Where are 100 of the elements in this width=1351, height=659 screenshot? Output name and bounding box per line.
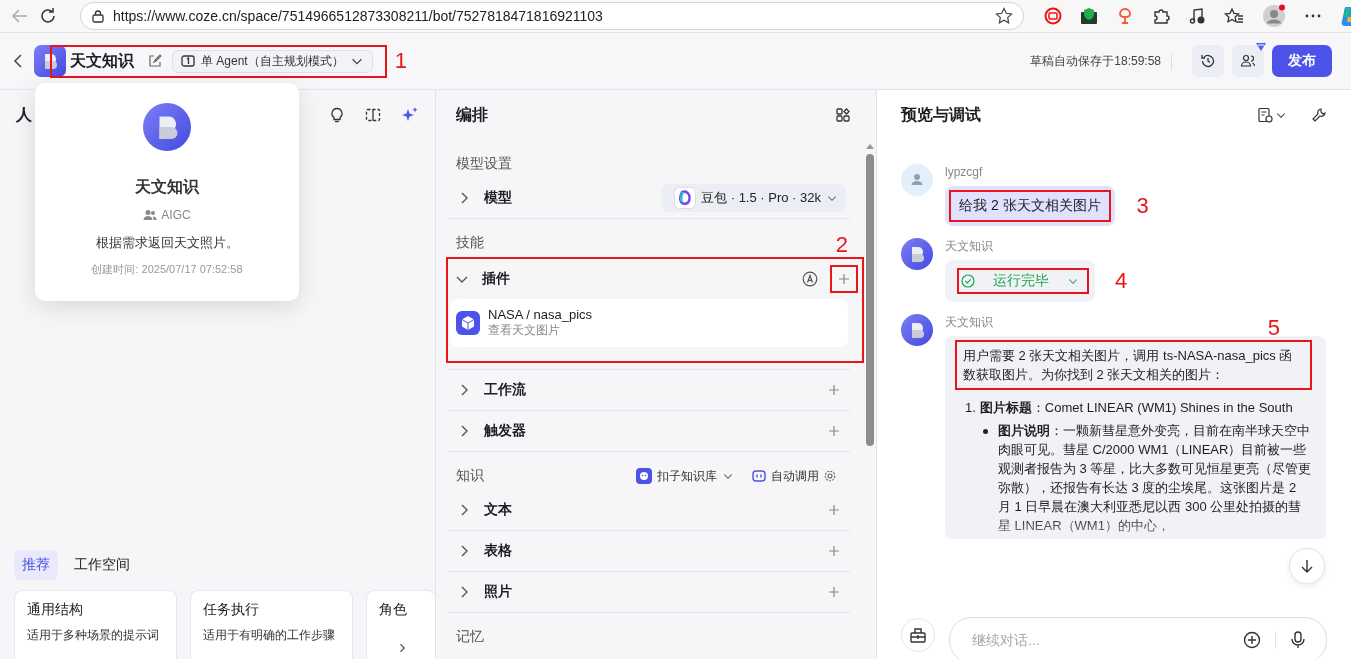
row-label: 插件 [482, 270, 511, 288]
panel-title: 编排 [456, 104, 488, 125]
reload-icon[interactable] [38, 6, 58, 26]
microphone-icon[interactable] [1290, 631, 1306, 649]
avatar-icon[interactable] [1262, 4, 1286, 28]
annotation-number: 1 [394, 49, 407, 73]
scrollbar-thumb[interactable] [866, 154, 874, 446]
toggle-icon [752, 470, 766, 482]
row-label: 照片 [484, 583, 513, 601]
plus-icon [826, 423, 842, 439]
scroll-down-button[interactable] [1289, 548, 1325, 584]
list-number: 1. [965, 399, 976, 417]
history-icon [1200, 53, 1216, 69]
sender-name: 天文知识 [945, 314, 993, 330]
arrow-down-icon [1299, 558, 1315, 574]
annotation-number: 3 [1136, 194, 1149, 218]
shield-icon[interactable] [1080, 7, 1098, 25]
user-avatar-icon [901, 164, 933, 196]
bullet-icon [983, 429, 988, 434]
save-status: 草稿自动保存于18:59:58 [1030, 52, 1172, 70]
wrench-icon[interactable] [1311, 107, 1327, 123]
grid-icon[interactable] [836, 108, 850, 122]
section-heading: 记忆 [456, 628, 484, 646]
document-icon [1257, 107, 1273, 123]
annotation-number: 5 [1267, 316, 1280, 340]
gear-icon [824, 470, 836, 482]
plus-icon [826, 584, 842, 600]
lightbulb-icon[interactable] [329, 107, 345, 123]
star-icon[interactable] [995, 7, 1013, 25]
music-icon[interactable] [1188, 7, 1206, 25]
template-card[interactable]: 任务执行 适用于有明确的工作步骤 [190, 590, 353, 659]
publish-button[interactable]: 发布 [1272, 45, 1332, 77]
section-heading: 技能 [456, 234, 484, 252]
annotation-number: 2 [835, 233, 848, 257]
plus-icon [826, 382, 842, 398]
agent-icon [181, 54, 195, 68]
template-card[interactable]: 通用结构 适用于多种场景的提示词 [14, 590, 177, 659]
puzzle-icon[interactable] [1152, 7, 1170, 25]
favorites-icon[interactable] [1224, 7, 1244, 25]
bot-name: 天文知识 [135, 177, 199, 197]
log-dropdown[interactable] [1257, 107, 1287, 123]
section-heading: 知识 [456, 467, 484, 485]
row-label: 触发器 [484, 422, 527, 440]
history-button[interactable] [1192, 45, 1224, 77]
auto-mode-icon[interactable] [802, 271, 818, 287]
bot-description: 根据需求返回天文照片。 [95, 234, 239, 252]
plus-icon [826, 543, 842, 559]
bot-title: 天文知识 [70, 50, 134, 71]
scroll-up-icon[interactable] [865, 142, 875, 150]
bot-logo-icon [34, 45, 66, 77]
people-icon [1240, 53, 1256, 69]
section-heading: 模型设置 [456, 155, 512, 173]
team-name: AIGC [161, 208, 191, 222]
check-circle-icon [961, 274, 975, 288]
tab[interactable]: 工作空间 [66, 550, 138, 580]
bullet-text: 图片说明：一颗新彗星意外变亮，目前在南半球天空中肉眼可见。彗星 C/2000 WM1（LINEAR）目前被一些观测者报告为 3 等星，比大多数可见恒星更亮（尽管更弥散），还报告有长达 3 度的尘埃尾。这张图片是 2 月 1 日早晨在澳大利亚悉尼以西 300 公里处拍摄的彗星 LINEAR（WM1）的中心， [998, 422, 1312, 535]
address-bar[interactable]: https://www.coze.cn/space/7514966512873308211/bot/7527818471816921103 [80, 2, 1024, 30]
plugin-name: NASA / nasa_pics [488, 307, 593, 322]
auto-call-setting[interactable]: 自动调用 [752, 467, 836, 485]
toolbox-icon [909, 626, 927, 644]
split-view-icon[interactable] [365, 107, 381, 123]
cube-icon [456, 311, 480, 335]
extension-icon[interactable] [1044, 7, 1062, 25]
model-dropdown[interactable]: 豆包 · 1.5 · Pro · 32k [662, 184, 846, 212]
lock-icon [91, 9, 105, 23]
shortcut-button[interactable] [901, 618, 935, 652]
message-input[interactable]: 继续对话... [970, 631, 1229, 649]
row-label: 工作流 [484, 381, 527, 399]
annotation-number: 4 [1115, 269, 1128, 293]
row-label: 表格 [484, 542, 513, 560]
card-description: 适用于有明确的工作步骤 [203, 627, 336, 644]
add-button[interactable] [830, 265, 858, 293]
plugin-description: 查看天文图片 [488, 322, 561, 339]
panel-title: 预览与调试 [901, 104, 982, 125]
tab[interactable]: 推荐 [14, 550, 58, 580]
extension-icon[interactable] [1116, 7, 1134, 25]
bot-avatar-icon [901, 238, 933, 270]
panel-title: 人 [16, 104, 33, 125]
knowledge-source-dropdown[interactable]: 扣子知识库 [636, 467, 734, 485]
edit-icon[interactable] [148, 54, 162, 68]
card-title: 通用结构 [27, 601, 84, 619]
created-time: 创建时间: 2025/07/17 07:52:58 [91, 262, 243, 277]
diamond-badge-icon [1255, 42, 1267, 52]
message-text: 给我 2 张天文相关图片 [959, 197, 1101, 213]
knowledge-icon [636, 468, 652, 484]
collaborators-button[interactable] [1232, 45, 1264, 77]
bot-logo-icon [143, 103, 191, 151]
people-icon [143, 209, 158, 221]
card-title: 角色 [379, 601, 408, 619]
plugin-item[interactable]: NASA / nasa_pics 查看天文图片 [450, 299, 848, 347]
sender-name: lypzcgf [945, 164, 983, 180]
row-label: 模型 [484, 189, 513, 207]
bot-avatar-icon [901, 314, 933, 346]
template-card[interactable]: 角色 [366, 590, 435, 659]
plus-icon [836, 271, 852, 287]
add-circle-icon[interactable] [1243, 631, 1261, 649]
mode-dropdown[interactable]: 单 Agent（自主规划模式） [172, 49, 373, 73]
card-title: 任务执行 [203, 601, 260, 619]
answer-paragraph: 用户需要 2 张天文相关图片，调用 ts-NASA-nasa_pics 函数获取图片。为你找到 2 张天文相关的图片： [963, 347, 1294, 384]
plus-icon [826, 502, 842, 518]
